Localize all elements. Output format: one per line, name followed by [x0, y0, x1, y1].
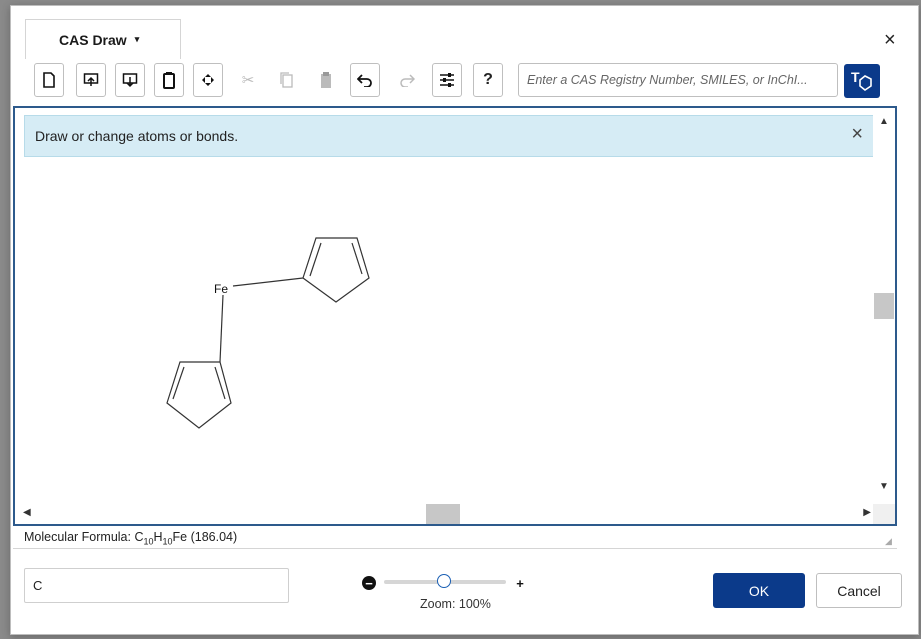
tab-label: CAS Draw	[59, 31, 127, 48]
import-button[interactable]	[76, 63, 106, 97]
copy-icon	[280, 72, 293, 88]
scroll-up-icon[interactable]: ▲	[879, 116, 889, 127]
text-tool-button[interactable]: T	[844, 64, 880, 98]
paste-button[interactable]	[311, 63, 341, 97]
drawing-canvas[interactable]: Draw or change atoms or bonds. × Fe ▲ ▼ …	[13, 106, 897, 526]
settings-icon	[440, 73, 454, 87]
horizontal-scrollbar[interactable]: ◀ ▶	[15, 504, 877, 524]
new-document-button[interactable]	[34, 63, 64, 97]
structure-text-input[interactable]	[24, 568, 289, 603]
select-button[interactable]	[193, 63, 223, 97]
tab-cas-draw[interactable]: CAS Draw ▾	[25, 19, 181, 59]
scroll-down-icon[interactable]: ▼	[879, 481, 889, 492]
molecular-formula: Molecular Formula: C10H10Fe (186.04)	[24, 530, 238, 547]
vertical-scroll-thumb[interactable]	[874, 293, 894, 319]
scroll-corner	[873, 504, 895, 524]
redo-button[interactable]	[392, 63, 422, 97]
new-document-icon	[43, 72, 55, 88]
cut-button[interactable]: ✂	[233, 63, 263, 97]
banner-close-icon[interactable]: ×	[851, 123, 863, 146]
undo-icon	[357, 74, 372, 87]
zoom-out-icon[interactable]: −	[362, 576, 376, 590]
close-dialog-icon[interactable]: ×	[884, 30, 896, 50]
zoom-in-icon[interactable]: +	[513, 576, 527, 590]
cyclopentadienyl-ring-upper[interactable]	[302, 237, 370, 303]
bond-fe-upper[interactable]	[232, 277, 304, 287]
help-icon: ?	[483, 71, 493, 88]
undo-button[interactable]	[350, 63, 380, 97]
cut-icon: ✂	[241, 72, 255, 89]
zoom-label: Zoom: 100%	[420, 597, 491, 611]
clear-button[interactable]	[154, 63, 184, 97]
horizontal-scroll-thumb[interactable]	[426, 504, 460, 524]
structure-search-input[interactable]	[518, 63, 838, 97]
banner-message: Draw or change atoms or bonds.	[35, 128, 239, 144]
molecule-structure[interactable]: Fe	[15, 168, 395, 508]
paste-icon	[321, 72, 331, 88]
import-icon	[83, 73, 99, 86]
scroll-right-icon[interactable]: ▶	[863, 507, 871, 518]
export-icon	[122, 73, 138, 88]
clear-icon	[163, 72, 175, 89]
bond-fe-lower[interactable]	[219, 294, 224, 363]
atom-label-fe[interactable]: Fe	[214, 282, 228, 296]
cyclopentadienyl-ring-lower[interactable]	[166, 361, 232, 429]
resize-grip-icon[interactable]: ◢	[885, 536, 892, 547]
redo-icon	[400, 74, 415, 87]
vertical-scrollbar[interactable]: ▲ ▼	[873, 108, 895, 504]
help-button[interactable]: ?	[473, 63, 503, 97]
chevron-down-icon: ▾	[134, 34, 140, 44]
info-banner: Draw or change atoms or bonds. ×	[24, 115, 874, 157]
cancel-button[interactable]: Cancel	[816, 573, 902, 608]
select-icon	[202, 74, 214, 86]
scroll-left-icon[interactable]: ◀	[23, 507, 31, 518]
settings-button[interactable]	[432, 63, 462, 97]
svg-text:T: T	[851, 69, 860, 85]
text-tool-icon: T	[851, 69, 872, 91]
zoom-slider-thumb[interactable]	[437, 574, 451, 588]
copy-button[interactable]	[272, 63, 302, 97]
export-button[interactable]	[115, 63, 145, 97]
ok-button[interactable]: OK	[713, 573, 805, 608]
